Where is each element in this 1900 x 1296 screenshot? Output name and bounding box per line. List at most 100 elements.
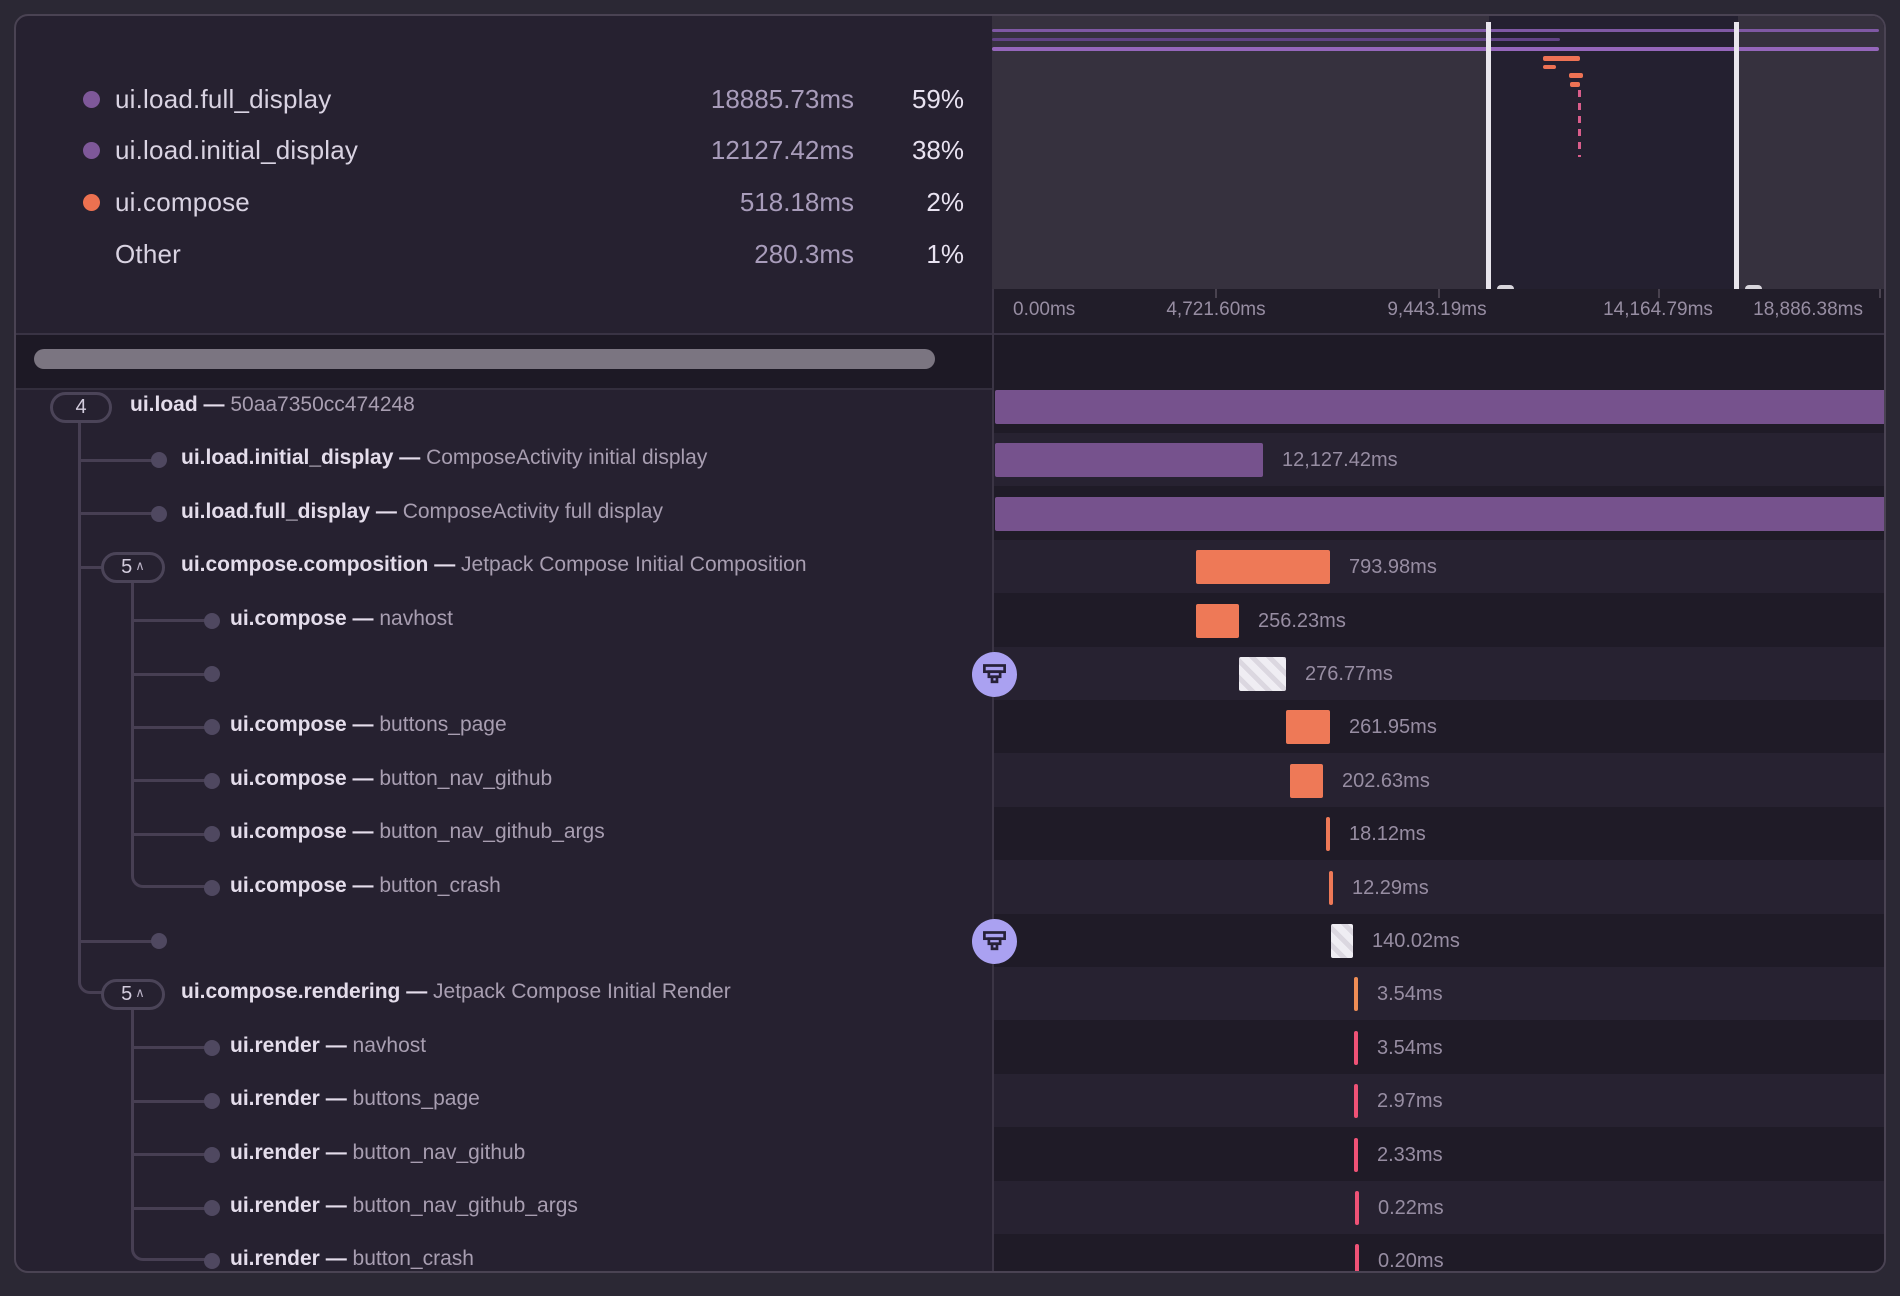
span-bar[interactable] [1329,871,1333,905]
span-row-label[interactable]: ui.compose — button_crash [230,874,501,898]
children-count-badge[interactable]: 5∧ [101,979,165,1010]
separator-dash: — [347,874,380,897]
axis-tick-mark [1215,289,1217,298]
legend-value: 280.3ms [754,239,854,270]
tree-connector-line [78,940,153,943]
span-bar[interactable] [995,443,1263,477]
span-row-label[interactable]: ui.load.full_display — ComposeActivity f… [181,500,663,524]
profile-flame-glyph [981,928,1008,955]
span-bar[interactable] [1196,604,1239,638]
trace-minimap[interactable] [992,16,1886,289]
profile-icon[interactable] [972,652,1017,697]
tree-node-dot [204,1147,220,1163]
span-bar[interactable] [995,390,1886,424]
panel-divider[interactable] [992,289,994,1273]
axis-tick-label: 9,443.19ms [1387,299,1486,321]
span-row-label[interactable]: ui.compose.rendering — Jetpack Compose I… [181,980,731,1004]
span-bar[interactable] [1286,710,1330,744]
span-bar[interactable] [995,497,1886,531]
span-bar[interactable] [1290,764,1323,798]
span-bar[interactable] [1354,1084,1358,1118]
separator-dash: — [320,1087,353,1110]
span-row-label[interactable]: ui.load — 50aa7350cc474248 [130,393,415,417]
tree-connector-line [131,833,206,836]
separator-dash: — [320,1247,353,1270]
axis-tick-label: 0.00ms [1013,299,1075,321]
span-row-label[interactable]: ui.render — navhost [230,1034,426,1058]
span-description: button_nav_github_args [379,820,604,843]
legend-name: Other [115,239,181,270]
span-bar[interactable] [1196,550,1330,584]
span-row-label[interactable]: ui.render — buttons_page [230,1087,480,1111]
chevron-up-icon: ∧ [135,985,145,1001]
span-op: ui.compose.composition [181,553,428,576]
row-stripe [992,540,1886,593]
legend-color-dot [83,194,100,211]
span-row-label[interactable]: ui.compose — button_nav_github_args [230,820,605,844]
span-row-label[interactable]: ui.compose — button_nav_github [230,767,552,791]
minimap-selection-line[interactable] [1486,22,1491,289]
legend-item[interactable]: ui.load.full_display 18885.73ms 59% [16,79,992,119]
tree-node-dot [151,933,167,949]
children-count-badge[interactable]: 4 [50,392,112,423]
span-bar[interactable] [1331,924,1353,958]
badge-count: 5 [121,556,132,579]
separator-dash: — [198,393,231,416]
legend-name: ui.load.full_display [115,84,331,115]
legend-item[interactable]: ui.compose 518.18ms 2% [16,182,992,222]
span-bar[interactable] [1354,977,1358,1011]
span-row-label[interactable]: ui.compose.composition — Jetpack Compose… [181,553,807,577]
tree-connector-line [131,1153,206,1156]
span-bar[interactable] [1355,1191,1359,1225]
legend-percent: 38% [912,135,964,166]
span-bar[interactable] [1354,1031,1358,1065]
tree-node-dot [204,826,220,842]
span-duration-label: 256.23ms [1258,610,1346,633]
tree-connector-line [78,512,153,515]
span-duration-label: 2.33ms [1377,1144,1443,1167]
span-op: ui.render [230,1194,320,1217]
legend-name: ui.load.initial_display [115,135,358,166]
profile-icon[interactable] [972,919,1017,964]
minimap-flame-bar [1570,82,1580,87]
span-row-label[interactable]: ui.render — button_nav_github [230,1141,525,1165]
span-bar[interactable] [1355,1244,1359,1273]
minimap-viewport-overlay [1738,16,1886,289]
children-count-badge[interactable]: 5∧ [101,552,165,583]
span-row-label[interactable]: ui.load.initial_display — ComposeActivit… [181,446,707,470]
separator-dash: — [320,1034,353,1057]
span-op: ui.load.initial_display [181,446,393,469]
span-description: button_crash [379,874,500,897]
separator-dash: — [320,1194,353,1217]
tree-node-dot [204,1040,220,1056]
legend-color-dot [83,91,100,108]
row-stripe [992,700,1886,753]
span-description: Jetpack Compose Initial Composition [461,553,807,576]
separator-dash: — [393,446,426,469]
span-duration-label: 276.77ms [1305,663,1393,686]
span-description: Jetpack Compose Initial Render [433,980,731,1003]
tree-node-dot [204,613,220,629]
span-duration-label: 12,127.42ms [1282,449,1398,472]
span-op: ui.compose [230,874,347,897]
tree-connector-line [131,1100,206,1103]
span-description: buttons_page [353,1087,480,1110]
legend-item[interactable]: ui.load.initial_display 12127.42ms 38% [16,130,992,170]
span-row-label[interactable]: ui.render — button_nav_github_args [230,1194,578,1218]
span-bar[interactable] [1354,1138,1358,1172]
span-row-label[interactable]: ui.compose — buttons_page [230,713,507,737]
legend-value: 12127.42ms [711,135,854,166]
row-stripe [992,807,1886,860]
span-op: ui.load.full_display [181,500,370,523]
minimap-selection-line[interactable] [1734,22,1739,289]
tree-connector-line [131,1207,206,1210]
span-row-label[interactable]: ui.compose — navhost [230,607,453,631]
legend-item[interactable]: Other 280.3ms 1% [16,234,992,274]
span-row-label[interactable]: ui.render — button_crash [230,1247,474,1271]
span-bar[interactable] [1239,657,1286,691]
row-stripe [992,647,1886,700]
badge-count: 4 [75,396,86,419]
trace-waterfall-view: ui.load.full_display 18885.73ms 59% ui.l… [0,0,1900,1296]
minimap-viewport-overlay [992,16,1489,289]
span-bar[interactable] [1326,817,1330,851]
